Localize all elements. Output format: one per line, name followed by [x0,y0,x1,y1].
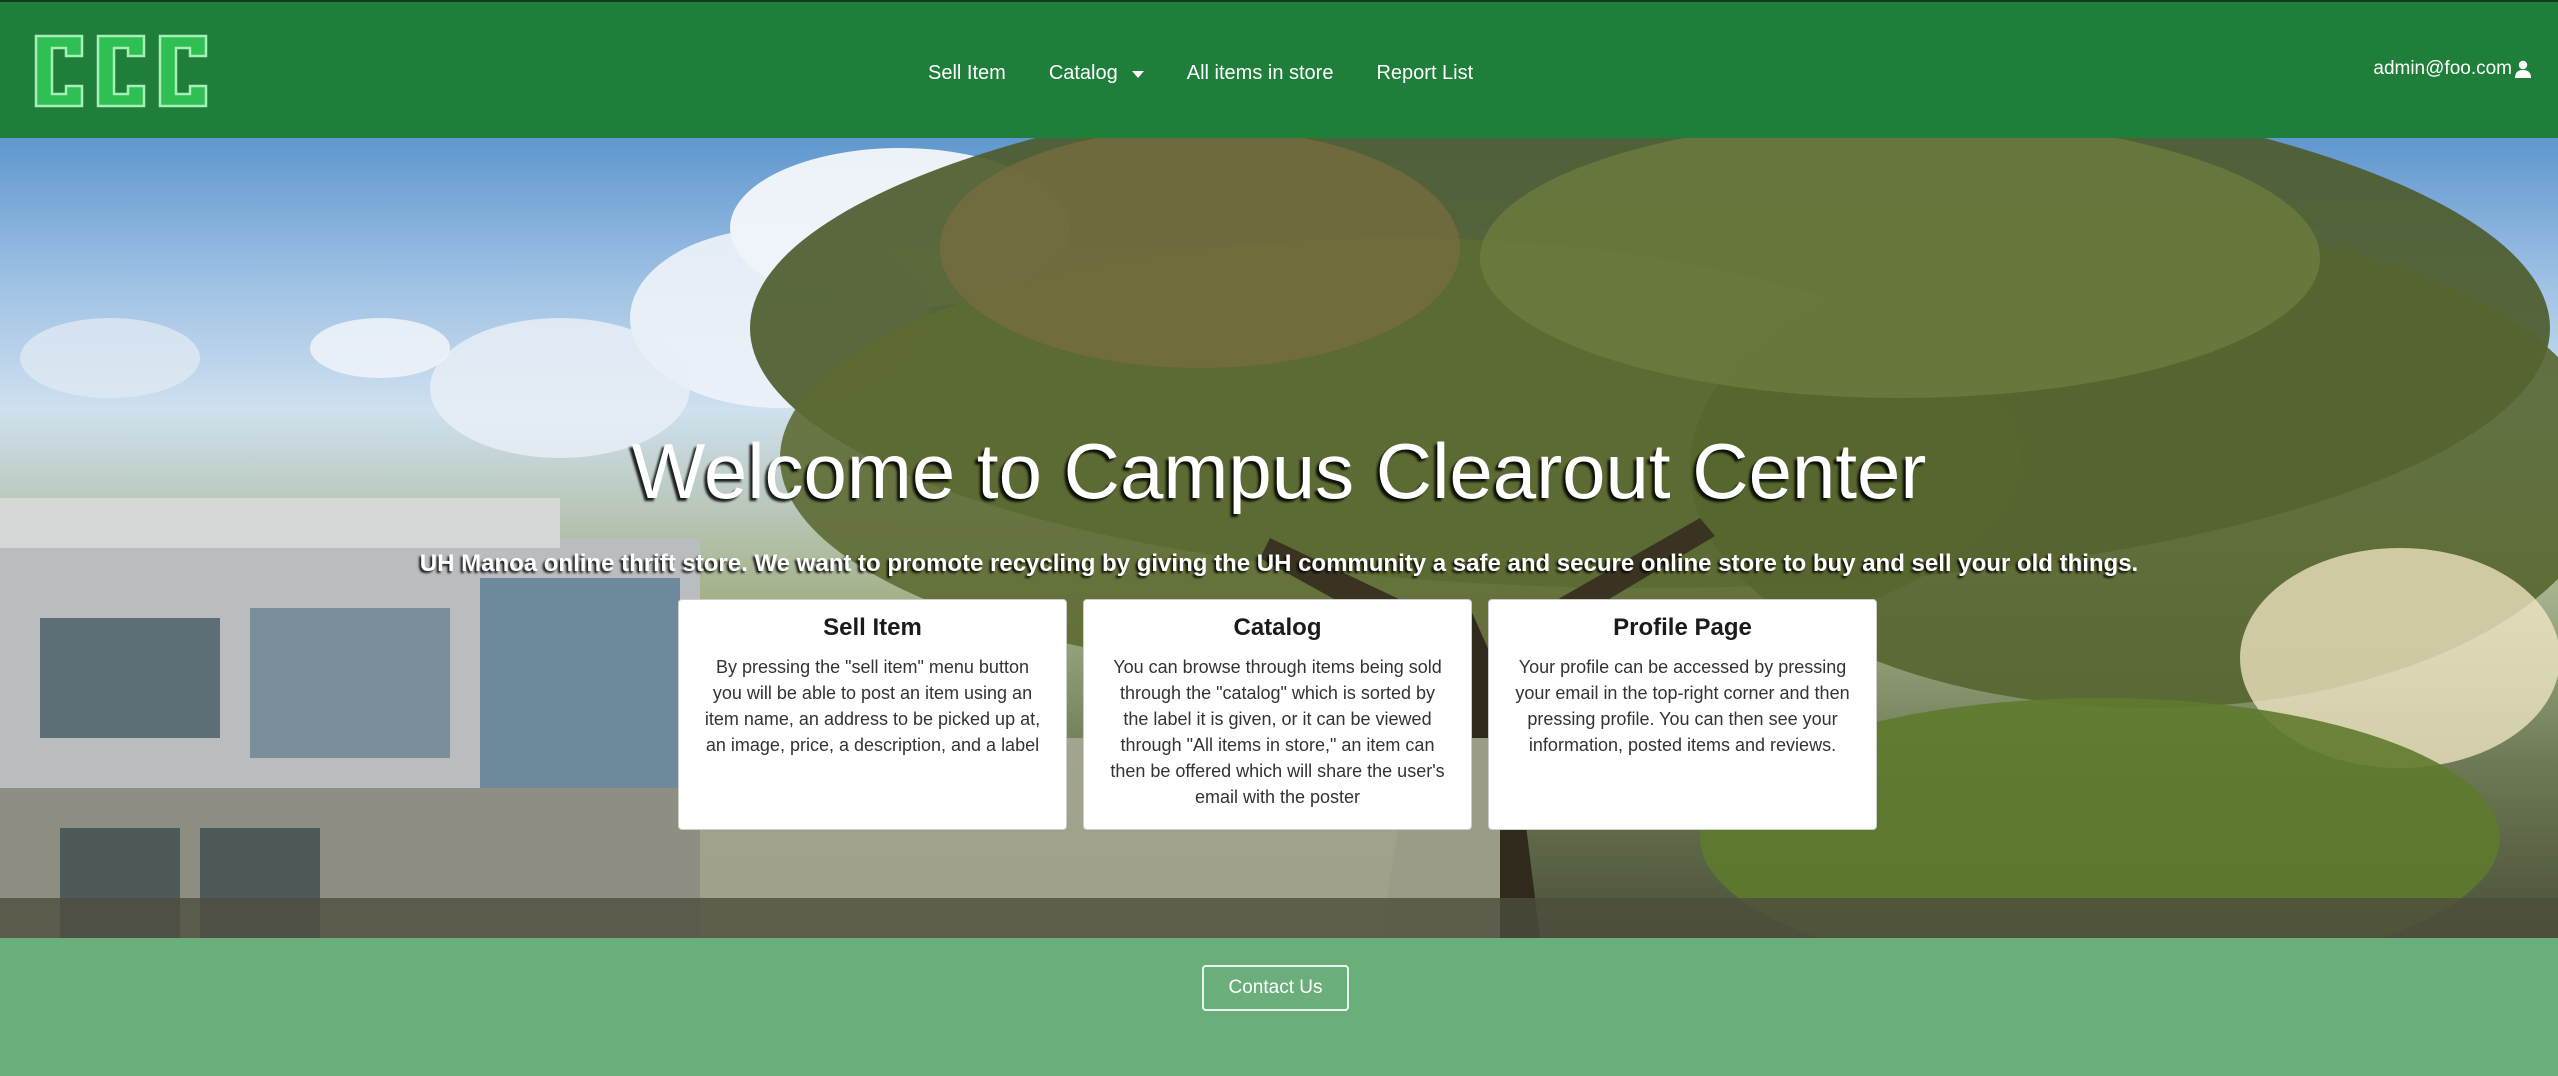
hero-subtitle: UH Manoa online thrift store. We want to… [419,550,2139,577]
footer: Contact Us [0,938,2558,1076]
feature-cards: Sell Item By pressing the "sell item" me… [678,599,1877,830]
card-title: Profile Page [1613,614,1752,641]
card-profile-page: Profile Page Your profile can be accesse… [1488,599,1877,830]
card-text: By pressing the "sell item" menu button … [704,657,1041,755]
logo-ccc-icon [34,34,208,108]
nav-report-list-label: Report List [1376,61,1474,84]
nav-all-items-label: All items in store [1186,61,1334,84]
hero-title: Welcome to Campus Clearout Center [631,427,1927,515]
card-sell-item: Sell Item By pressing the "sell item" me… [678,599,1067,830]
nav-sell-item-label: Sell Item [928,61,1006,84]
card-catalog: Catalog You can browse through items bei… [1083,599,1472,830]
main-nav: Sell Item Catalog All items in store Rep… [928,58,1516,88]
nav-catalog-dropdown[interactable]: Catalog [1049,62,1144,85]
caret-down-icon [1131,70,1144,78]
card-title: Sell Item [823,614,922,641]
hero-section: Welcome to Campus Clearout Center UH Man… [0,138,2558,938]
card-text: Your profile can be accessed by pressing… [1515,657,1850,755]
site-logo[interactable] [32,32,212,110]
nav-all-items[interactable]: All items in store [1187,62,1334,85]
nav-sell-item[interactable]: Sell Item [928,62,1006,85]
navbar: Sell Item Catalog All items in store Rep… [0,0,2558,138]
user-email: admin@foo.com [2373,58,2512,79]
nav-report-list[interactable]: Report List [1376,62,1473,85]
user-menu[interactable]: admin@foo.com [2373,58,2532,80]
card-title: Catalog [1233,614,1322,641]
contact-us-label: Contact Us [1228,977,1323,998]
user-icon [2515,60,2531,78]
contact-us-button[interactable]: Contact Us [1202,965,1349,1011]
card-text: You can browse through items being sold … [1110,657,1445,807]
nav-catalog-label: Catalog [1048,61,1118,84]
